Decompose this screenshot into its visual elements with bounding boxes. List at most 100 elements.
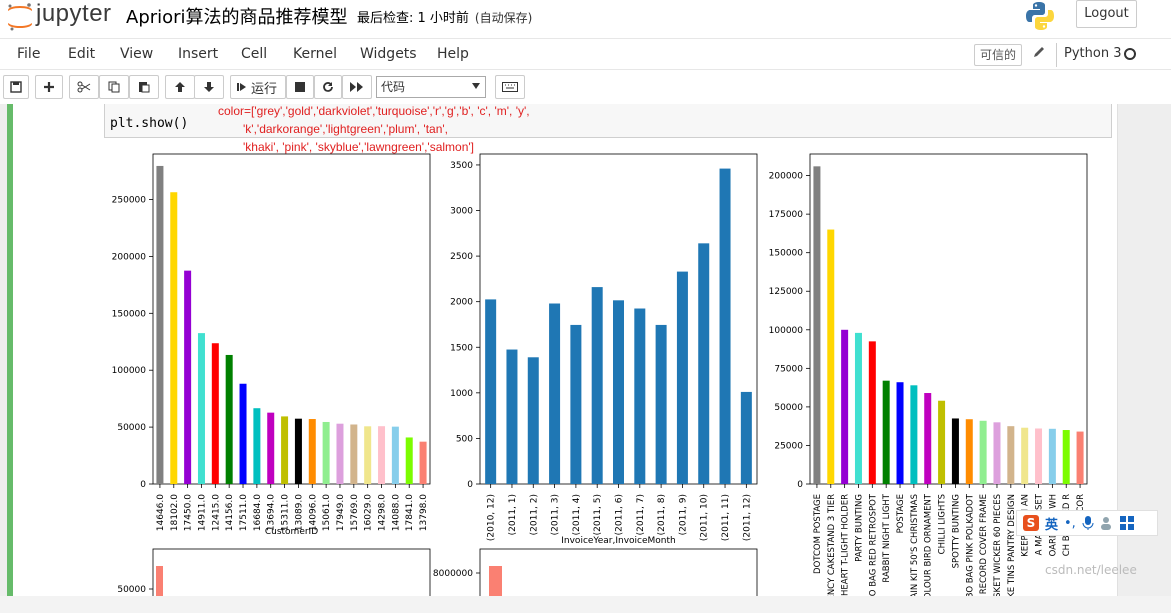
x-tick-label: (2011, 6) [615,494,625,535]
x-tick-label: COLOUR BIRD ORNAMENT [924,493,934,605]
y-tick-label: 200000 [112,252,147,262]
bar [506,349,518,484]
bar [993,422,1001,484]
bar [294,418,302,484]
bar [211,343,219,484]
bar [910,385,918,484]
y-tick-label: 150000 [112,309,147,319]
x-tick-label: (2010, 12) [487,494,497,541]
x-tick-label: CHILLI LIGHTS [938,494,948,554]
x-tick-label: 13798.0 [419,494,429,531]
x-tick-label: 15061.0 [322,494,332,531]
bar [841,329,849,484]
bar [854,332,862,484]
x-tick-label: 14911.0 [197,494,207,531]
x-tick-label: 14096.0 [308,494,318,531]
user-icon[interactable] [1100,516,1114,530]
x-tick-label: 17841.0 [405,494,415,531]
x-tick-label: 17949.0 [336,494,346,531]
x-tick-label: BO BAG RED RETROSPOT [868,493,878,602]
x-tick-label: PARTY BUNTING [854,494,864,562]
x-tick-label: SPOTTY BUNTING [951,494,961,568]
y-tick-label: 50000 [117,585,146,595]
bar [719,168,731,484]
bar [1048,428,1056,484]
ime-mode-label[interactable]: 英 [1045,514,1058,533]
y-tick-label: 2000 [450,298,473,308]
bar [938,400,946,484]
x-tick-label: ASKET WICKER 60 PIECES [993,494,1003,604]
bar [197,333,205,484]
bar [1062,430,1070,484]
bar [965,419,973,484]
bar [549,303,561,484]
microphone-icon[interactable] [1082,516,1094,530]
x-tick-label: 15769.0 [350,494,360,531]
bar [613,300,624,484]
watermark: csdn.net/leelee [1045,563,1137,577]
x-tick-label: (2011, 12) [742,494,752,541]
bar [225,354,233,484]
y-tick-label: 100000 [769,326,804,336]
bar [336,423,344,484]
x-tick-label: (2011, 2) [529,494,539,535]
chart-0: 0 50000 100000 150000 200000 250000 14646.0 181… [112,153,431,537]
chart-frame [152,153,431,485]
bar [350,424,358,484]
bar [485,299,497,484]
bar [419,441,427,484]
bar [813,166,821,485]
chart-2: 0 25000 50000 75000 100000 125000 150000 175000… [769,153,1088,606]
x-tick-label: AIN KIT 50'S CHRISTMAS [910,494,920,598]
x-tick-label: 13694.0 [267,494,277,531]
bar [405,437,413,484]
x-tick-label: ENCY CAKESTAND 3 TIER [827,494,837,601]
y-tick-label: 0 [467,480,473,490]
y-tick-label: 125000 [769,287,804,297]
bar [827,229,835,484]
bar [1035,428,1043,484]
x-tick-label: MBO BAG PINK POLKADOT [965,493,975,605]
chart-frame [809,153,1088,485]
y-tick-label: 200000 [769,172,804,182]
x-tick-label: HEART T-LIGHT HOLDER [841,494,851,596]
x-tick-label: 17450.0 [184,494,194,531]
x-tick-label: RECORD COVER FRAME [979,494,989,594]
x-axis-label: CustomerID [265,527,318,537]
bar [267,412,275,484]
y-tick-label: 8000000 [433,569,473,579]
bar [1021,427,1029,484]
bar [951,418,959,484]
y-tick-label: 75000 [774,364,803,374]
x-tick-label: (2011, 9) [678,494,688,535]
bar [378,426,386,484]
x-tick-label: (2011, 10) [700,494,710,541]
x-tick-label: 16029.0 [364,494,374,531]
y-tick-label: 1500 [450,343,473,353]
bar [253,408,261,484]
bar [570,324,582,484]
y-tick-label: 1000 [450,389,473,399]
x-tick-label: (2011, 1) [508,494,518,535]
ime-toolbar[interactable]: S 英 •, [1016,510,1158,536]
bar [979,420,987,484]
x-tick-label: RABBIT NIGHT LIGHT [882,493,892,582]
bar [239,383,247,484]
punctuation-icon[interactable]: •, [1064,516,1076,531]
x-tick-label: POSTAGE [896,494,906,533]
bar [924,393,932,484]
bar [156,165,164,484]
bar [740,391,752,484]
bar [364,426,372,484]
x-tick-label: (2011, 11) [721,494,731,541]
bar [281,416,289,484]
y-tick-label: 50000 [774,403,803,413]
y-tick-label: 250000 [112,196,147,206]
y-tick-label: 3500 [450,161,473,171]
bar [1007,426,1015,484]
grid-icon[interactable] [1119,516,1134,530]
bar [308,419,316,484]
x-tick-label: 14646.0 [156,494,166,531]
y-tick-label: 50000 [117,423,146,433]
bar [322,421,330,484]
